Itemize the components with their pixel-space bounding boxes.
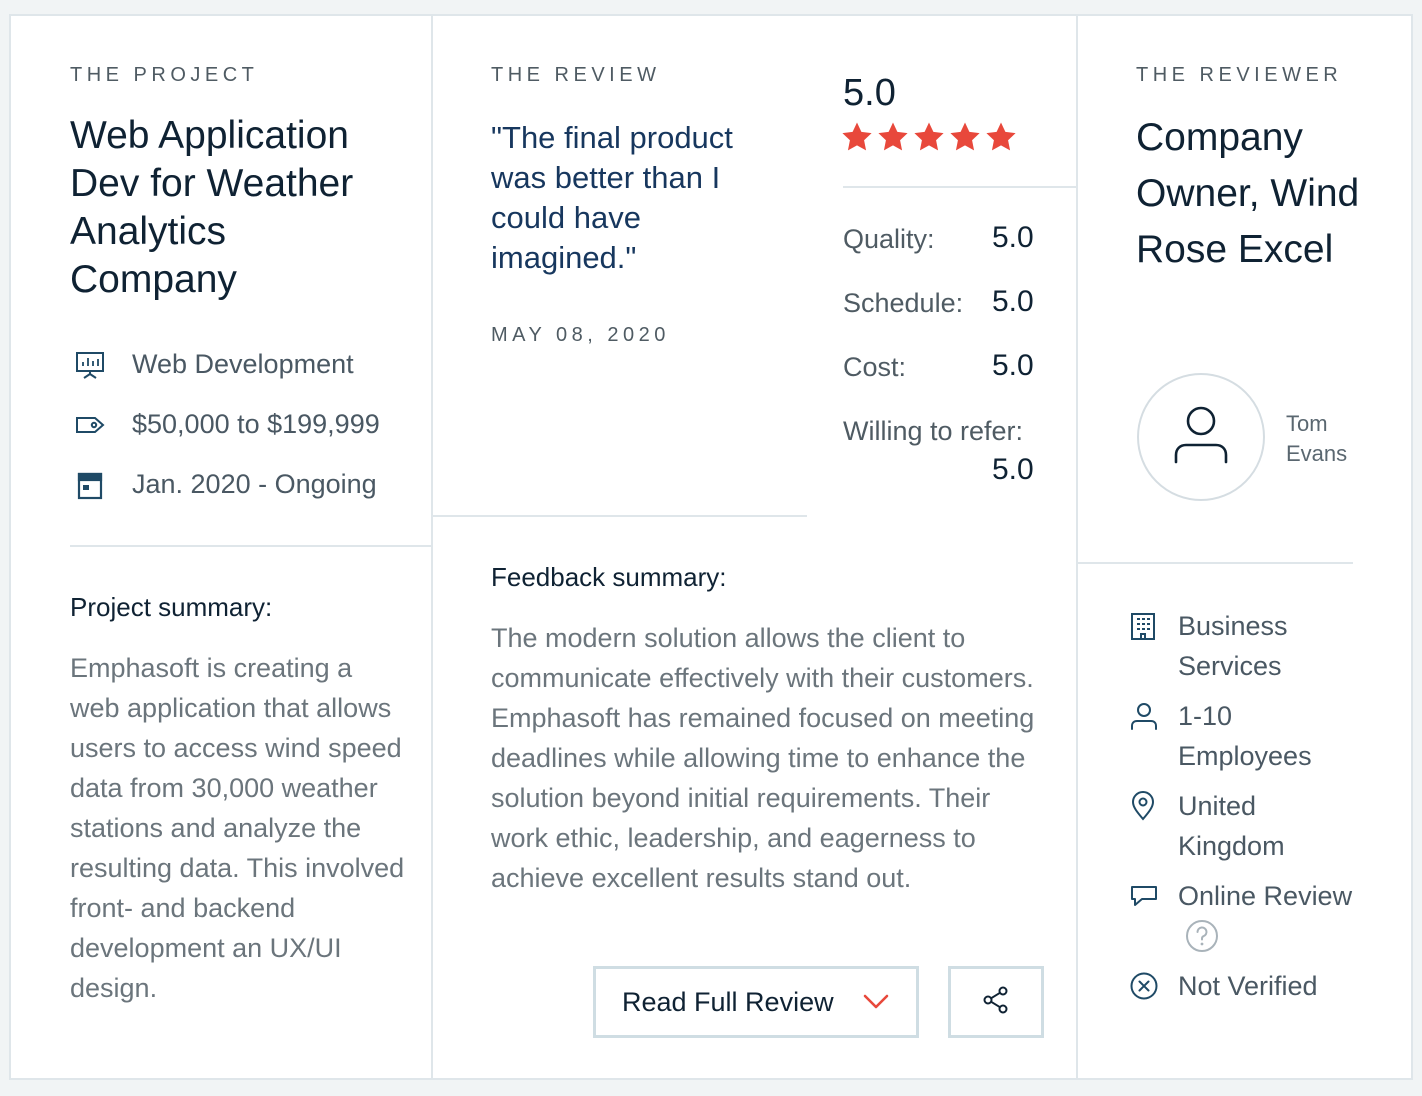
- user-icon: [1171, 404, 1231, 471]
- quality-label: Quality:: [843, 224, 935, 254]
- reviewer-eyebrow: THE REVIEWER: [1136, 64, 1343, 86]
- reviewer-verification-row: Not Verified: [1129, 966, 1318, 1006]
- reviewer-verification: Not Verified: [1178, 971, 1318, 1001]
- calendar-icon: [74, 470, 114, 500]
- read-full-review-label: Read Full Review: [622, 986, 834, 1017]
- reviewer-location-row: United Kingdom: [1129, 786, 1328, 866]
- column-divider-2: [1076, 16, 1078, 1078]
- project-timeline-row: Jan. 2020 - Ongoing: [74, 469, 377, 500]
- review-eyebrow: THE REVIEW: [491, 64, 661, 86]
- reviewer-first-name: Tom: [1286, 411, 1328, 436]
- review-quote: "The final product was better than I cou…: [491, 120, 733, 275]
- star-icon: [986, 122, 1016, 151]
- reviewer-industry-row: Business Services: [1129, 606, 1328, 686]
- star-icon: [914, 122, 944, 151]
- star-rating: [840, 120, 1018, 154]
- reviewer-review-type-row: Online Review: [1129, 876, 1352, 916]
- star-icon: [950, 122, 980, 151]
- reviewer-location: United Kingdom: [1178, 791, 1285, 861]
- reviewer-name: Tom Evans: [1286, 409, 1347, 469]
- overall-rating: 5.0: [843, 72, 896, 114]
- feedback-summary-heading: Feedback summary:: [491, 562, 727, 592]
- schedule-label: Schedule:: [843, 288, 964, 318]
- schedule-value: 5.0: [992, 285, 1034, 318]
- chevron-down-icon: [862, 991, 890, 1016]
- column-divider-1: [431, 16, 433, 1078]
- refer-value: 5.0: [992, 453, 1034, 486]
- price-tag-icon: [74, 410, 114, 440]
- share-icon: [981, 985, 1011, 1020]
- review-card: THE PROJECT Web Application Dev for Weat…: [9, 14, 1413, 1080]
- project-eyebrow: THE PROJECT: [70, 64, 259, 86]
- project-timeline: Jan. 2020 - Ongoing: [132, 469, 377, 499]
- project-service: Web Development: [132, 349, 354, 379]
- reviewer-company-size: 1-10 Employees: [1178, 701, 1312, 771]
- building-icon: [1129, 609, 1163, 643]
- star-icon: [842, 122, 872, 151]
- presentation-board-icon: [74, 350, 114, 380]
- rating-divider: [843, 186, 1076, 188]
- project-budget-row: $50,000 to $199,999: [74, 409, 380, 440]
- reviewer-divider: [1077, 562, 1353, 564]
- cost-value: 5.0: [992, 349, 1034, 382]
- reviewer-last-name: Evans: [1286, 441, 1348, 466]
- reviewer-size-row: 1-10 Employees: [1129, 696, 1328, 776]
- project-title: Web Application Dev for Weather Analytic…: [70, 114, 354, 301]
- project-service-row: Web Development: [74, 349, 354, 380]
- location-pin-icon: [1129, 789, 1163, 823]
- refer-label: Willing to refer:: [843, 416, 1024, 446]
- x-circle-icon: [1129, 969, 1163, 1003]
- project-divider: [70, 545, 431, 547]
- quality-value: 5.0: [992, 221, 1034, 254]
- reviewer-title: Company Owner, Wind Rose Excel: [1136, 116, 1360, 271]
- person-icon: [1129, 699, 1163, 733]
- star-icon: [878, 122, 908, 151]
- review-divider: [432, 515, 807, 517]
- reviewer-industry: Business Services: [1178, 611, 1288, 681]
- chat-bubble-icon: [1129, 879, 1163, 913]
- feedback-summary-text: The modern solution allows the client to…: [491, 623, 1035, 893]
- cost-label: Cost:: [843, 352, 907, 382]
- reviewer-review-type: Online Review: [1178, 881, 1353, 911]
- project-summary-text: Emphasoft is creating a web application …: [70, 653, 405, 1003]
- avatar: [1137, 373, 1265, 501]
- project-budget: $50,000 to $199,999: [132, 409, 380, 439]
- read-full-review-button[interactable]: Read Full Review: [593, 966, 919, 1038]
- review-date: MAY 08, 2020: [491, 324, 670, 346]
- project-summary-heading: Project summary:: [70, 592, 273, 622]
- share-button[interactable]: [948, 966, 1044, 1038]
- help-icon[interactable]: [1185, 919, 1219, 958]
